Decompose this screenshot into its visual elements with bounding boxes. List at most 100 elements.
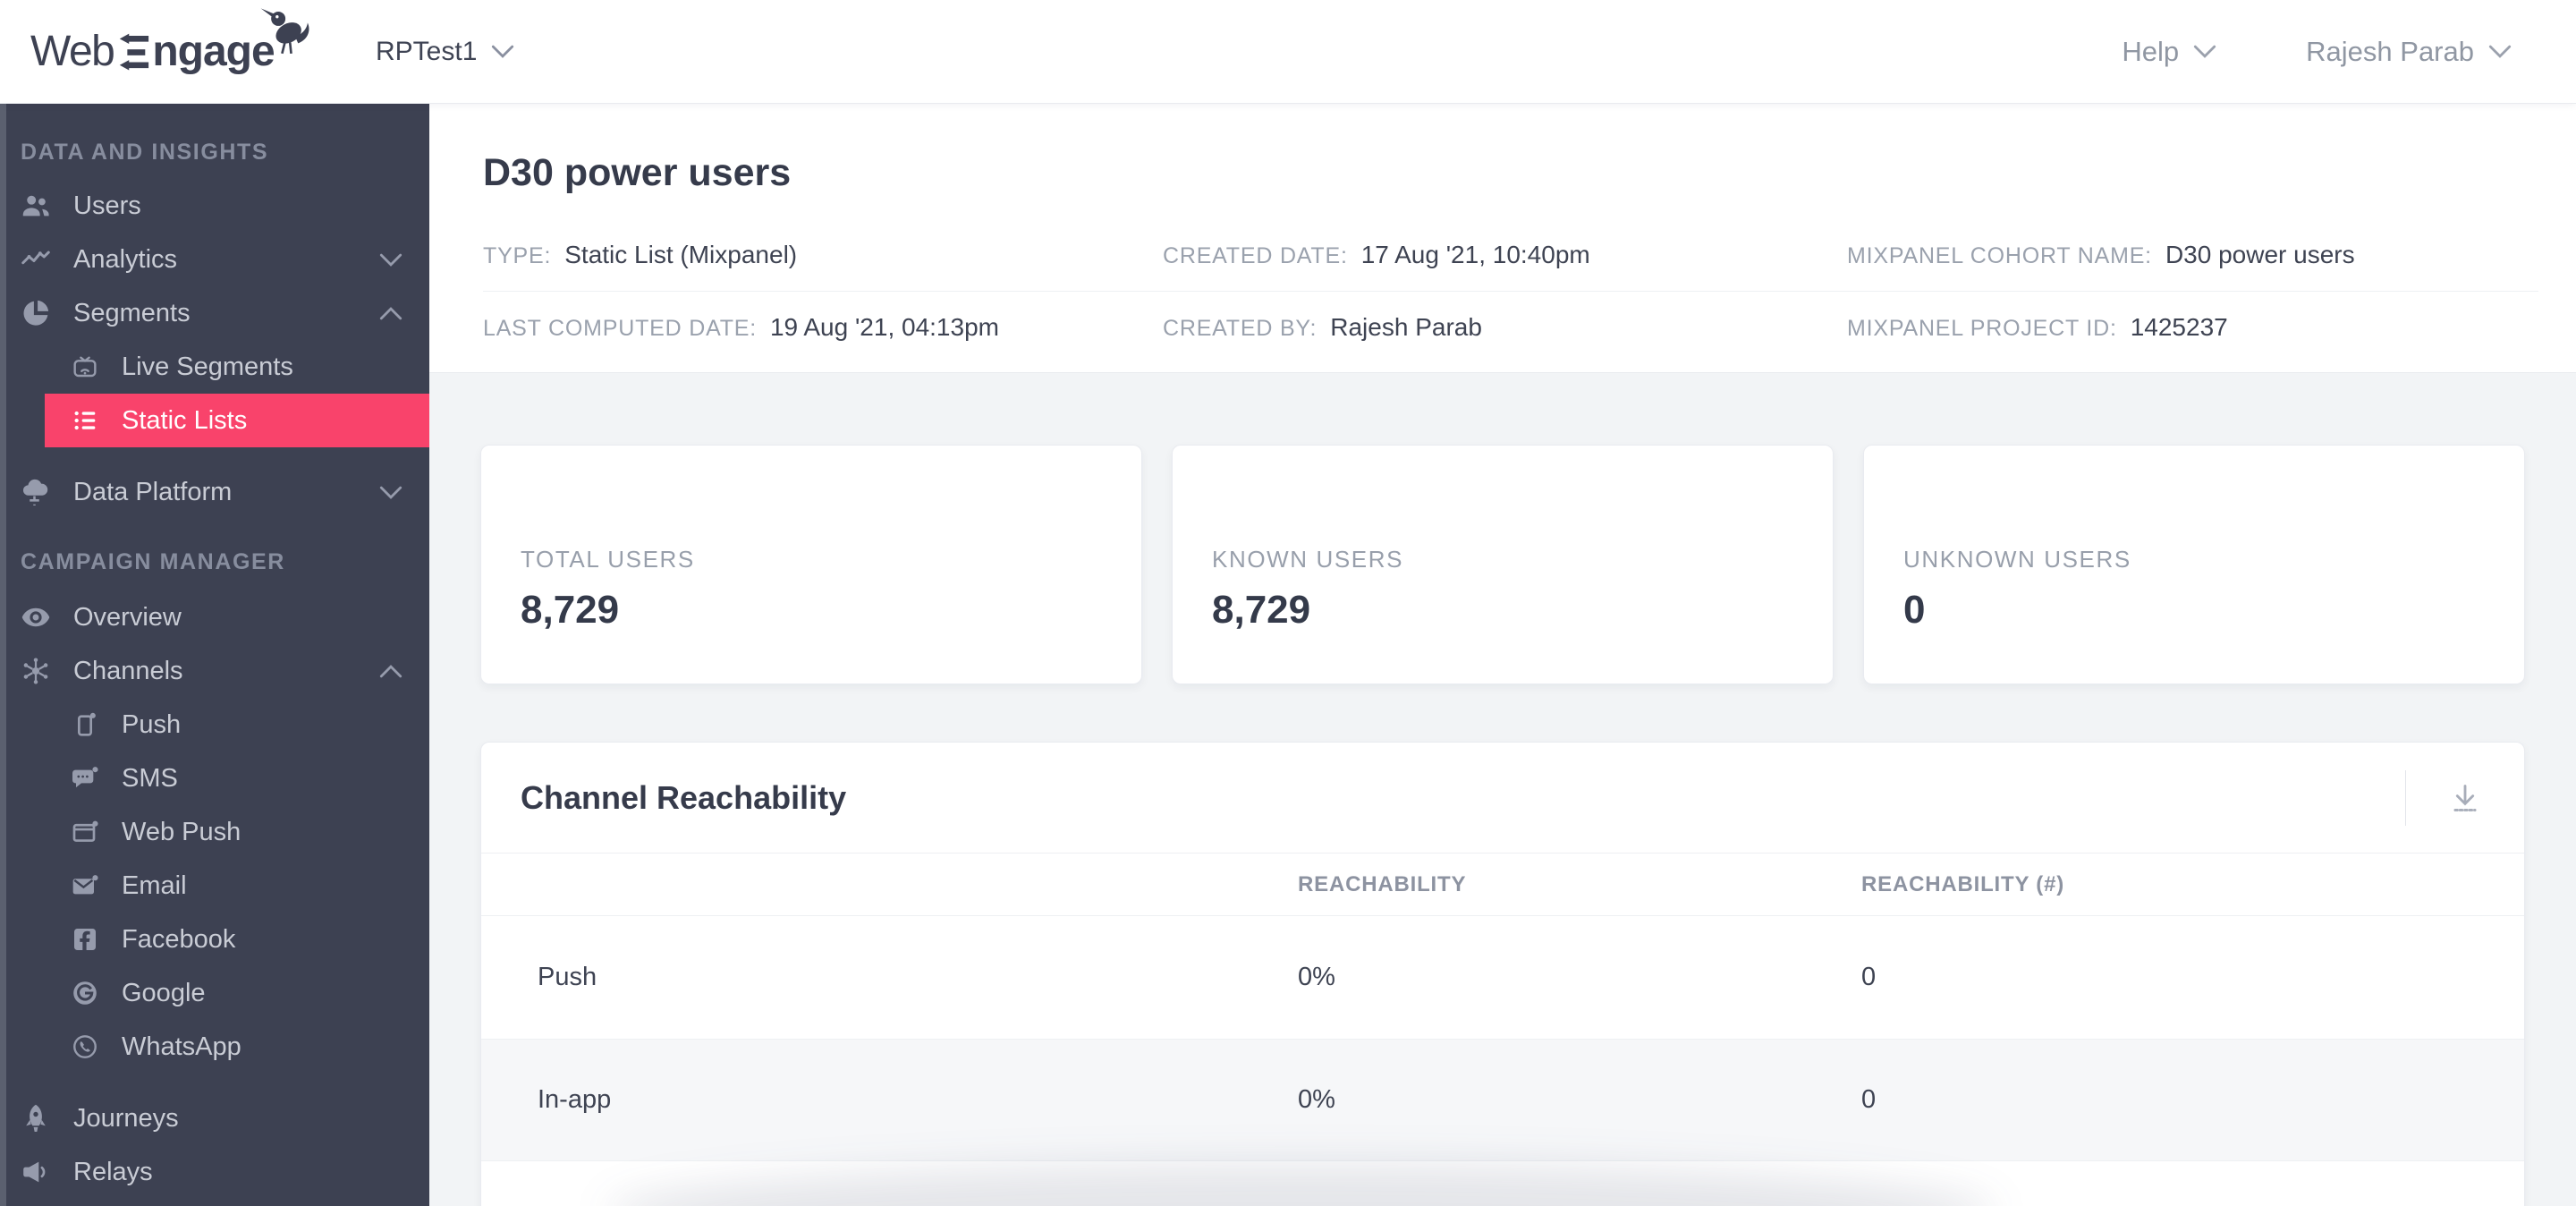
meta-label: MIXPANEL PROJECT ID:: [1847, 316, 2117, 341]
whatsapp-icon: [70, 1032, 100, 1061]
sidebar-item-label: Static Lists: [122, 405, 248, 435]
meta-created-by: CREATED BY: Rajesh Parab: [1163, 313, 1847, 342]
sidebar-item-analytics[interactable]: Analytics: [0, 233, 429, 286]
sidebar-item-label: Live Segments: [122, 352, 293, 381]
user-name: Rajesh Parab: [2306, 35, 2474, 67]
sidebar-item-label: WhatsApp: [122, 1032, 242, 1061]
sidebar-item-label: Data Platform: [73, 477, 233, 506]
column-header-reachability: REACHABILITY: [1298, 871, 1467, 896]
journeys-rocket-icon: [16, 1102, 55, 1134]
sidebar-item-label: Analytics: [73, 244, 178, 274]
meta-type: TYPE: Static List (Mixpanel): [483, 241, 1163, 269]
cell-reachability: 0%: [1298, 963, 1335, 991]
table-header-row: REACHABILITY REACHABILITY (#): [481, 854, 2524, 916]
sidebar-item-segments[interactable]: Segments: [0, 286, 429, 340]
sidebar-item-label: Facebook: [122, 924, 236, 954]
column-header-reachability-count: REACHABILITY (#): [1861, 871, 2065, 896]
analytics-icon: [16, 243, 55, 276]
sidebar-item-label: Push: [122, 709, 182, 739]
meta-value: Rajesh Parab: [1330, 313, 1482, 341]
logo-bird-icon: [260, 8, 309, 55]
sidebar-item-live-segments[interactable]: Live Segments: [0, 340, 429, 394]
segment-meta: TYPE: Static List (Mixpanel) CREATED DAT…: [483, 218, 2538, 363]
overview-eye-icon: [16, 601, 55, 633]
sidebar-item-email[interactable]: Email: [0, 859, 429, 913]
logo-container: Web ngage: [0, 8, 376, 76]
sidebar-item-journeys[interactable]: Journeys: [0, 1091, 429, 1145]
meta-label: TYPE:: [483, 242, 552, 268]
meta-mixpanel-project-id: MIXPANEL PROJECT ID: 1425237: [1847, 313, 2538, 342]
sidebar-item-label: SMS: [122, 763, 178, 793]
user-menu[interactable]: Rajesh Parab: [2306, 36, 2512, 68]
meta-mixpanel-cohort-name: MIXPANEL COHORT NAME: D30 power users: [1847, 241, 2538, 269]
sidebar-item-users[interactable]: Users: [0, 179, 429, 233]
sidebar-item-data-platform[interactable]: Data Platform: [0, 465, 429, 519]
logo-text-web: Web: [30, 28, 115, 75]
stat-card-known-users: KNOWN USERS 8,729: [1172, 445, 1834, 684]
cell-reachability-count: 0: [1861, 963, 1877, 991]
project-name: RPTest1: [376, 36, 478, 66]
section-label-data-insights: DATA AND INSIGHTS: [21, 140, 269, 165]
sidebar-item-label: Users: [73, 191, 141, 220]
sidebar-item-facebook[interactable]: Facebook: [0, 913, 429, 966]
relays-megaphone-icon: [16, 1156, 55, 1188]
sidebar-item-label: Relays: [73, 1157, 153, 1186]
download-button[interactable]: [2406, 743, 2524, 853]
meta-label: CREATED DATE:: [1163, 242, 1348, 268]
page-body: TOTAL USERS 8,729 KNOWN USERS 8,729 UNKN…: [429, 373, 2576, 1206]
channel-reachability-card: Channel Reachability REACHABILITY REACHA…: [480, 742, 2525, 1206]
sidebar-item-label: Google: [122, 978, 206, 1007]
project-selector[interactable]: RPTest1: [376, 37, 514, 67]
help-menu[interactable]: Help: [2122, 36, 2216, 68]
meta-label: CREATED BY:: [1163, 316, 1318, 341]
sidebar-nav: DATA AND INSIGHTS Users Analytics Segmen…: [0, 104, 429, 1206]
meta-label: MIXPANEL COHORT NAME:: [1847, 242, 2152, 268]
table-row-in-app[interactable]: In-app 0% 0: [481, 1039, 2524, 1161]
sidebar-item-static-lists[interactable]: Static Lists: [45, 394, 429, 447]
sidebar-item-relays[interactable]: Relays: [0, 1145, 429, 1199]
google-icon: [70, 979, 100, 1007]
stat-value: 8,729: [1212, 588, 1311, 632]
chevron-down-icon: [379, 253, 402, 267]
main-content: D30 power users TYPE: Static List (Mixpa…: [429, 104, 2576, 1206]
web-push-browser-icon: [70, 818, 100, 846]
section-label-campaign-manager: CAMPAIGN MANAGER: [21, 549, 285, 574]
chevron-down-icon: [491, 45, 514, 58]
topbar-right-menu: Help Rajesh Parab: [2122, 36, 2576, 68]
sidebar-item-label: Segments: [73, 298, 191, 327]
sidebar-item-google[interactable]: Google: [0, 966, 429, 1020]
meta-value: 1425237: [2130, 313, 2228, 341]
chevron-up-icon: [379, 306, 402, 320]
sms-chat-icon: [70, 764, 100, 793]
stat-cards: TOTAL USERS 8,729 KNOWN USERS 8,729 UNKN…: [480, 445, 2525, 684]
meta-created-date: CREATED DATE: 17 Aug '21, 10:40pm: [1163, 241, 1847, 269]
sidebar-item-label: Web Push: [122, 817, 242, 846]
page-title: D30 power users: [483, 151, 792, 194]
stat-value: 0: [1903, 588, 1926, 632]
webengage-logo[interactable]: Web ngage: [30, 8, 309, 76]
segments-icon: [16, 297, 55, 329]
sidebar-item-label: Overview: [73, 602, 182, 632]
top-navbar: Web ngage RPTest1 Help Rajesh Parab: [0, 0, 2576, 104]
channels-hub-icon: [16, 655, 55, 687]
sidebar-item-channels[interactable]: Channels: [0, 644, 429, 698]
sidebar-item-label: Journeys: [73, 1103, 179, 1133]
meta-value: 17 Aug '21, 10:40pm: [1360, 240, 1590, 268]
help-label: Help: [2122, 35, 2180, 67]
stat-label: KNOWN USERS: [1212, 546, 1404, 573]
sidebar-item-push[interactable]: Push: [0, 698, 429, 752]
stat-card-unknown-users: UNKNOWN USERS 0: [1863, 445, 2525, 684]
cell-channel: Push: [538, 963, 597, 991]
meta-value: Static List (Mixpanel): [564, 240, 798, 268]
sidebar-item-web-push[interactable]: Web Push: [0, 805, 429, 859]
sidebar-item-sms[interactable]: SMS: [0, 752, 429, 805]
cell-reachability-count: 0: [1861, 1085, 1877, 1114]
sidebar-item-whatsapp[interactable]: WhatsApp: [0, 1020, 429, 1074]
table-row-push[interactable]: Push 0% 0: [481, 916, 2524, 1039]
chevron-down-icon: [2488, 45, 2512, 58]
stat-label: UNKNOWN USERS: [1903, 546, 2131, 573]
meta-last-computed-date: LAST COMPUTED DATE: 19 Aug '21, 04:13pm: [483, 313, 1163, 342]
sidebar-item-overview[interactable]: Overview: [0, 590, 429, 644]
stat-value: 8,729: [521, 588, 620, 632]
email-envelope-icon: [70, 871, 100, 900]
